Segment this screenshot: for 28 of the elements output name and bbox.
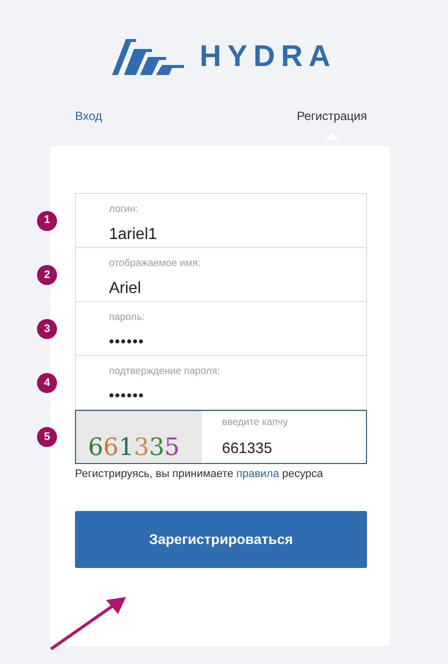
- rules-link[interactable]: правила: [236, 468, 280, 480]
- tab[interactable]: Вход: [75, 107, 102, 125]
- step-number: 3: [37, 319, 57, 339]
- input-field[interactable]: пароль: ••••••: [75, 301, 367, 356]
- field-value: Ariel: [109, 279, 142, 299]
- input-field[interactable]: логин: 1ariel1: [75, 193, 367, 248]
- step-number: 2: [37, 265, 57, 285]
- terms-text: Регистрируясь, вы принимаете правила ресурса: [75, 467, 324, 482]
- field-value: 661335: [222, 439, 274, 459]
- step-number: 1: [37, 210, 57, 230]
- logo-icon: [112, 38, 184, 74]
- field-label: введите капчу: [222, 416, 288, 430]
- captcha-image: 661335: [76, 411, 202, 463]
- register-button[interactable]: Зарегистрироваться: [75, 510, 367, 568]
- field-label: логин:: [109, 203, 140, 217]
- tab[interactable]: Регистрация: [296, 107, 367, 125]
- input-field[interactable]: подтверждение пароля: ••••••: [75, 355, 367, 410]
- field-label: подтверждение пароля:: [109, 365, 221, 379]
- field-value: ••••••: [109, 332, 146, 351]
- logo-text: HYDRA: [200, 39, 336, 75]
- field-value: 1ariel1: [109, 225, 158, 245]
- step-number: 4: [37, 373, 57, 393]
- step-number: 5: [37, 427, 57, 447]
- field-label: отображаемое имя:: [109, 257, 202, 271]
- captcha-field[interactable]: 661335 введите капчу 661335: [75, 410, 367, 464]
- input-field[interactable]: отображаемое имя: Ariel: [75, 247, 367, 302]
- field-value: ••••••: [109, 386, 146, 405]
- field-label: пароль:: [109, 311, 146, 325]
